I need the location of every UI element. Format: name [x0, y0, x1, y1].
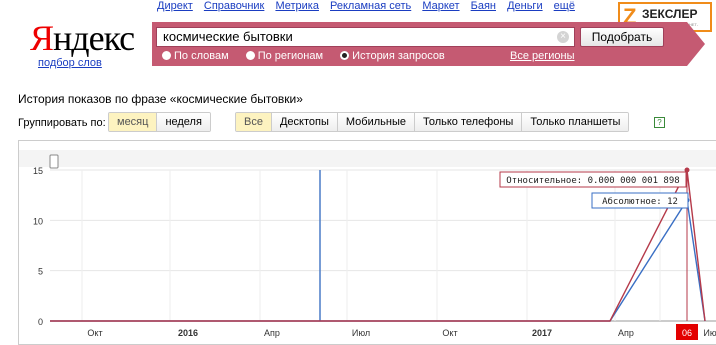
- absolute-tooltip-text: Абсолютное: 12: [602, 196, 678, 207]
- x-tick-label: Окт: [442, 328, 457, 338]
- y-tick-label: 5: [38, 267, 43, 277]
- chart-scroll-band: [19, 150, 716, 167]
- x-tick-label: 06: [682, 328, 692, 338]
- y-tick-label: 0: [38, 317, 43, 327]
- absolute-series-line: [50, 198, 706, 322]
- x-tick-label: 2017: [532, 328, 552, 338]
- range-handle-icon[interactable]: [49, 154, 59, 169]
- x-tick-label: 2016: [178, 328, 198, 338]
- chart-svg: 0 5 10 15 Окт 2016 Апр Июл Окт 2017 Апр 06 Ию Относит…: [19, 150, 716, 340]
- y-tick-label: 15: [33, 166, 43, 176]
- x-tick-label: Окт: [87, 328, 102, 338]
- x-tick-label: Апр: [264, 328, 280, 338]
- x-tick-label: Ию: [703, 328, 716, 338]
- relative-tooltip-text: Относительное: 0.000 000 001 898: [506, 176, 679, 186]
- y-tick-label: 10: [33, 216, 43, 226]
- x-tick-label: Апр: [618, 328, 634, 338]
- x-tick-label: Июл: [352, 328, 370, 338]
